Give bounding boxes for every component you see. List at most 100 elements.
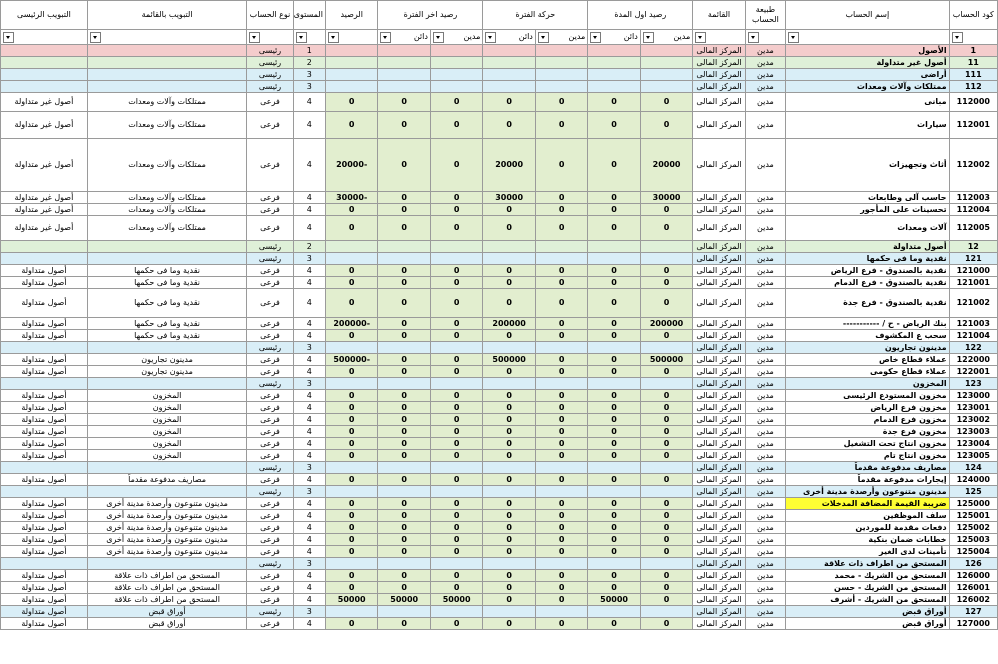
cell-md[interactable]: 0: [534, 425, 589, 438]
cell-cls[interactable]: [86, 252, 248, 265]
cell-mc[interactable]: 0: [482, 276, 536, 289]
cell-code[interactable]: 112: [948, 80, 998, 93]
cell-cls[interactable]: المخزون: [86, 401, 248, 414]
cell-cd[interactable]: 0: [429, 413, 484, 426]
cell-code[interactable]: 112003: [948, 191, 998, 204]
cell-type[interactable]: رئيسى: [246, 461, 294, 474]
cell-stmt[interactable]: المركز المالى: [692, 353, 746, 366]
cell-bal[interactable]: -30000: [324, 191, 379, 204]
cell-od[interactable]: 0: [639, 92, 694, 112]
cell-type[interactable]: فرعى: [246, 521, 294, 534]
cell-oc[interactable]: 0: [587, 264, 641, 277]
cell-lvl[interactable]: 4: [292, 413, 326, 426]
cell-nature[interactable]: مدين: [744, 389, 787, 402]
cell-md[interactable]: 0: [534, 276, 589, 289]
cell-cd[interactable]: 0: [429, 473, 484, 486]
cell-name[interactable]: أصول غير متداولة: [785, 56, 950, 69]
cell-code[interactable]: 126000: [948, 569, 998, 582]
cell-cd[interactable]: 50000: [429, 593, 484, 606]
cell-cls[interactable]: ممتلكات وآلات ومعدات: [86, 203, 248, 216]
cell-lvl[interactable]: 3: [292, 80, 326, 93]
cell-stmt[interactable]: المركز المالى: [692, 68, 746, 81]
cell-cls[interactable]: مدينون تجاريون: [86, 365, 248, 378]
cell-md[interactable]: 0: [534, 569, 589, 582]
filter-dropdown-icon[interactable]: [642, 31, 654, 43]
cell-name[interactable]: مخزون فرع الرياض: [785, 401, 950, 414]
cell-type[interactable]: فرعى: [246, 617, 294, 630]
cell-bal[interactable]: 0: [324, 329, 379, 342]
cell-cc[interactable]: 0: [377, 191, 431, 204]
cell-cc[interactable]: [377, 44, 431, 57]
cell-lvl[interactable]: 3: [292, 252, 326, 265]
cell-name[interactable]: خطابات ضمان بنكية: [785, 533, 950, 546]
cell-cls[interactable]: مدينون متنوعون وأرصدة مدينة أخرى: [86, 533, 248, 546]
cell-bal[interactable]: 0: [324, 215, 379, 241]
cell-nature[interactable]: مدين: [744, 461, 787, 474]
cell-stmt[interactable]: المركز المالى: [692, 44, 746, 57]
cell-lvl[interactable]: 4: [292, 581, 326, 594]
cell-main[interactable]: أصول غير متداولة: [0, 92, 88, 112]
cell-stmt[interactable]: المركز المالى: [692, 215, 746, 241]
cell-nature[interactable]: مدين: [744, 581, 787, 594]
cell-stmt[interactable]: المركز المالى: [692, 605, 746, 618]
cell-mc[interactable]: [482, 377, 536, 390]
cell-lvl[interactable]: 3: [292, 557, 326, 570]
cell-stmt[interactable]: المركز المالى: [692, 413, 746, 426]
cell-cc[interactable]: [377, 341, 431, 354]
cell-nature[interactable]: مدين: [744, 252, 787, 265]
cell-cls[interactable]: أوراق قبض: [86, 617, 248, 630]
cell-name[interactable]: تأمينات لدى الغير: [785, 545, 950, 558]
cell-cc[interactable]: 0: [377, 264, 431, 277]
cell-nature[interactable]: مدين: [744, 617, 787, 630]
cell-main[interactable]: أصول متداولة: [0, 617, 88, 630]
cell-cd[interactable]: 0: [429, 533, 484, 546]
cell-lvl[interactable]: 4: [292, 111, 326, 139]
cell-cd[interactable]: 0: [429, 389, 484, 402]
cell-nature[interactable]: مدين: [744, 449, 787, 462]
cell-cd[interactable]: 0: [429, 353, 484, 366]
cell-code[interactable]: 124000: [948, 473, 998, 486]
cell-main[interactable]: [0, 44, 88, 57]
cell-main[interactable]: أصول متداولة: [0, 264, 88, 277]
cell-cc[interactable]: [377, 80, 431, 93]
cell-cd[interactable]: 0: [429, 509, 484, 522]
cell-cls[interactable]: [86, 461, 248, 474]
cell-name[interactable]: إيجارات مدفوعة مقدماً: [785, 473, 950, 486]
cell-lvl[interactable]: 4: [292, 138, 326, 192]
cell-cls[interactable]: ممتلكات وآلات ومعدات: [86, 191, 248, 204]
cell-md[interactable]: [534, 341, 589, 354]
cell-code[interactable]: 124: [948, 461, 998, 474]
cell-md[interactable]: [534, 461, 589, 474]
filter-dropdown-icon[interactable]: [249, 31, 261, 43]
cell-mc[interactable]: 0: [482, 449, 536, 462]
cell-lvl[interactable]: 4: [292, 329, 326, 342]
cell-cc[interactable]: 0: [377, 138, 431, 192]
cell-bal[interactable]: 0: [324, 264, 379, 277]
cell-mc[interactable]: 0: [482, 365, 536, 378]
cell-lvl[interactable]: 4: [292, 401, 326, 414]
cell-cd[interactable]: 0: [429, 111, 484, 139]
cell-od[interactable]: 30000: [639, 191, 694, 204]
cell-md[interactable]: 0: [534, 111, 589, 139]
cell-name[interactable]: مخزون انتاج تام: [785, 449, 950, 462]
cell-md[interactable]: 0: [534, 365, 589, 378]
cell-cc[interactable]: [377, 377, 431, 390]
cell-code[interactable]: 126: [948, 557, 998, 570]
cell-lvl[interactable]: 3: [292, 605, 326, 618]
cell-type[interactable]: رئيسى: [246, 485, 294, 498]
cell-cc[interactable]: 0: [377, 509, 431, 522]
cell-lvl[interactable]: 4: [292, 509, 326, 522]
cell-cc[interactable]: 0: [377, 581, 431, 594]
cell-main[interactable]: [0, 240, 88, 253]
cell-type[interactable]: فرعى: [246, 329, 294, 342]
cell-mc[interactable]: 0: [482, 203, 536, 216]
cell-type[interactable]: فرعى: [246, 401, 294, 414]
cell-code[interactable]: 121: [948, 252, 998, 265]
cell-nature[interactable]: مدين: [744, 56, 787, 69]
cell-lvl[interactable]: 3: [292, 461, 326, 474]
cell-oc[interactable]: [587, 461, 641, 474]
cell-bal[interactable]: [324, 605, 379, 618]
cell-od[interactable]: 0: [639, 215, 694, 241]
cell-nature[interactable]: مدين: [744, 317, 787, 330]
cell-main[interactable]: أصول متداولة: [0, 413, 88, 426]
